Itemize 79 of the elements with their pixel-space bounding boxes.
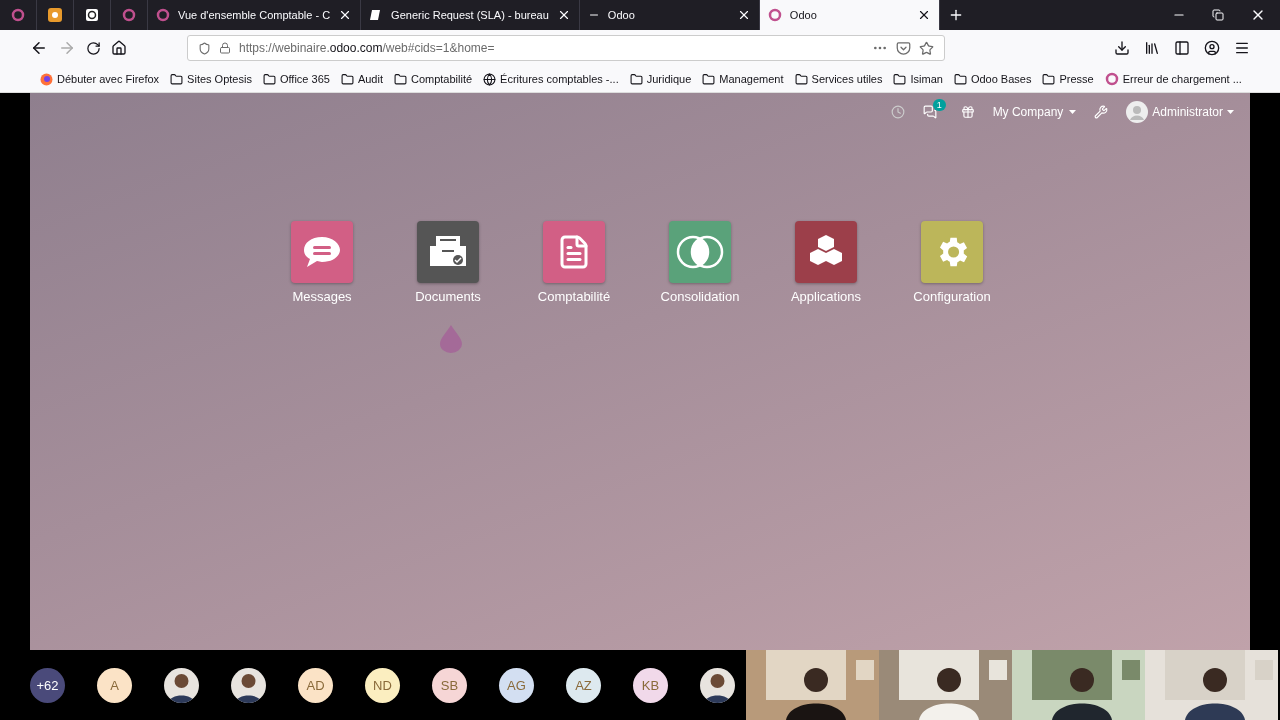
chat-icon[interactable] (922, 105, 937, 119)
globe-icon (483, 72, 497, 86)
bookmark[interactable]: Erreur de chargement ... (1104, 72, 1242, 86)
person-silhouette-icon (164, 667, 199, 703)
bookmark[interactable]: Odoo Bases (953, 72, 1032, 86)
folder-icon (953, 72, 967, 86)
browser-tab[interactable]: Odoo (759, 0, 940, 30)
odoo-logo-icon (156, 8, 170, 22)
bookmark[interactable]: Débuter avec Firefox (40, 72, 160, 86)
back-icon[interactable] (30, 39, 48, 57)
overlapping-circles-icon (675, 234, 725, 270)
user-avatar-icon (1126, 101, 1149, 123)
caret-icon (1227, 110, 1234, 114)
bookmark[interactable]: Services utiles (794, 72, 883, 86)
bookmark[interactable]: Comptabilité (393, 72, 473, 86)
shield-icon (198, 41, 211, 55)
app-label: Configuration (913, 289, 991, 304)
bookmark[interactable]: Management (702, 72, 784, 86)
download-icon[interactable] (1114, 40, 1130, 56)
bookmark[interactable]: Sites Optesis (170, 72, 252, 86)
odoo-logo-icon (767, 8, 782, 22)
folder-icon (794, 72, 808, 86)
odoo-logo-icon (1104, 72, 1119, 86)
folder-icon (170, 72, 184, 86)
restore-icon[interactable] (1212, 9, 1224, 21)
folder-icon (893, 72, 907, 86)
participant-initials[interactable]: ND (365, 667, 400, 703)
folder-icon (1042, 72, 1056, 86)
person-silhouette-icon (231, 667, 266, 703)
participant-count[interactable]: +62 (30, 667, 65, 703)
caret-icon (1069, 110, 1077, 114)
drop-icon (438, 324, 464, 354)
app-label: Documents (415, 289, 481, 304)
app-icon (48, 8, 62, 22)
sidebar-icon[interactable] (1174, 40, 1190, 56)
odoo-logo-icon (122, 8, 136, 22)
bookmark[interactable]: Écritures comptables -... (483, 72, 619, 86)
menu-icon[interactable] (1234, 40, 1250, 56)
reload-icon[interactable] (86, 40, 101, 56)
participant-initials[interactable]: A (97, 667, 132, 703)
odoo-logo-icon (11, 8, 25, 22)
tools-icon[interactable] (1094, 105, 1109, 119)
participant-initials[interactable]: SB (432, 667, 467, 703)
bookmark[interactable]: Juridique (629, 72, 692, 86)
app-label: Applications (790, 289, 862, 304)
url-text: https://webinaire.odoo.com/web#cids=1&home= (239, 41, 496, 55)
tab-title: Generic Request (SLA) - bureau (391, 9, 549, 21)
account-icon[interactable] (1204, 40, 1220, 56)
home-icon[interactable] (111, 40, 127, 56)
participant-initials[interactable]: AD (298, 667, 333, 703)
tab-title: Vue d'ensemble Comptable - C (178, 9, 331, 21)
app-label: Messages (292, 289, 352, 304)
app-label: Consolidation (660, 289, 740, 304)
bookmark[interactable]: Isiman (893, 72, 943, 86)
app-label: Comptabilité (537, 289, 611, 304)
lock-icon (219, 42, 231, 54)
participant-initials[interactable]: AZ (566, 667, 601, 703)
participant-initials[interactable]: KB (633, 667, 668, 703)
bookmark[interactable]: Audit (340, 72, 383, 86)
pocket-icon[interactable] (896, 40, 911, 56)
square-icon (85, 8, 99, 22)
tab-title: Odoo (607, 9, 636, 21)
folder-icon (340, 72, 354, 86)
bookmark[interactable]: Presse (1042, 72, 1094, 86)
folder-icon (629, 72, 643, 86)
firefox-icon (40, 72, 53, 86)
folder-icon (262, 72, 276, 86)
tab-title: Odoo (789, 9, 818, 21)
participant-initials[interactable]: AG (499, 667, 534, 703)
folder-icon (702, 72, 716, 86)
folder-icon (393, 72, 407, 86)
gift-icon[interactable] (960, 105, 975, 119)
message-count: 1 (932, 99, 946, 111)
address-bar[interactable]: https://webinaire.odoo.com/web#cids=1&home= (187, 35, 945, 61)
library-icon[interactable] (1144, 40, 1160, 56)
speech-bubble-icon (302, 234, 342, 270)
star-icon[interactable] (919, 40, 934, 56)
bookmark[interactable]: Office 365 (262, 72, 330, 86)
person-silhouette-icon (700, 667, 735, 703)
